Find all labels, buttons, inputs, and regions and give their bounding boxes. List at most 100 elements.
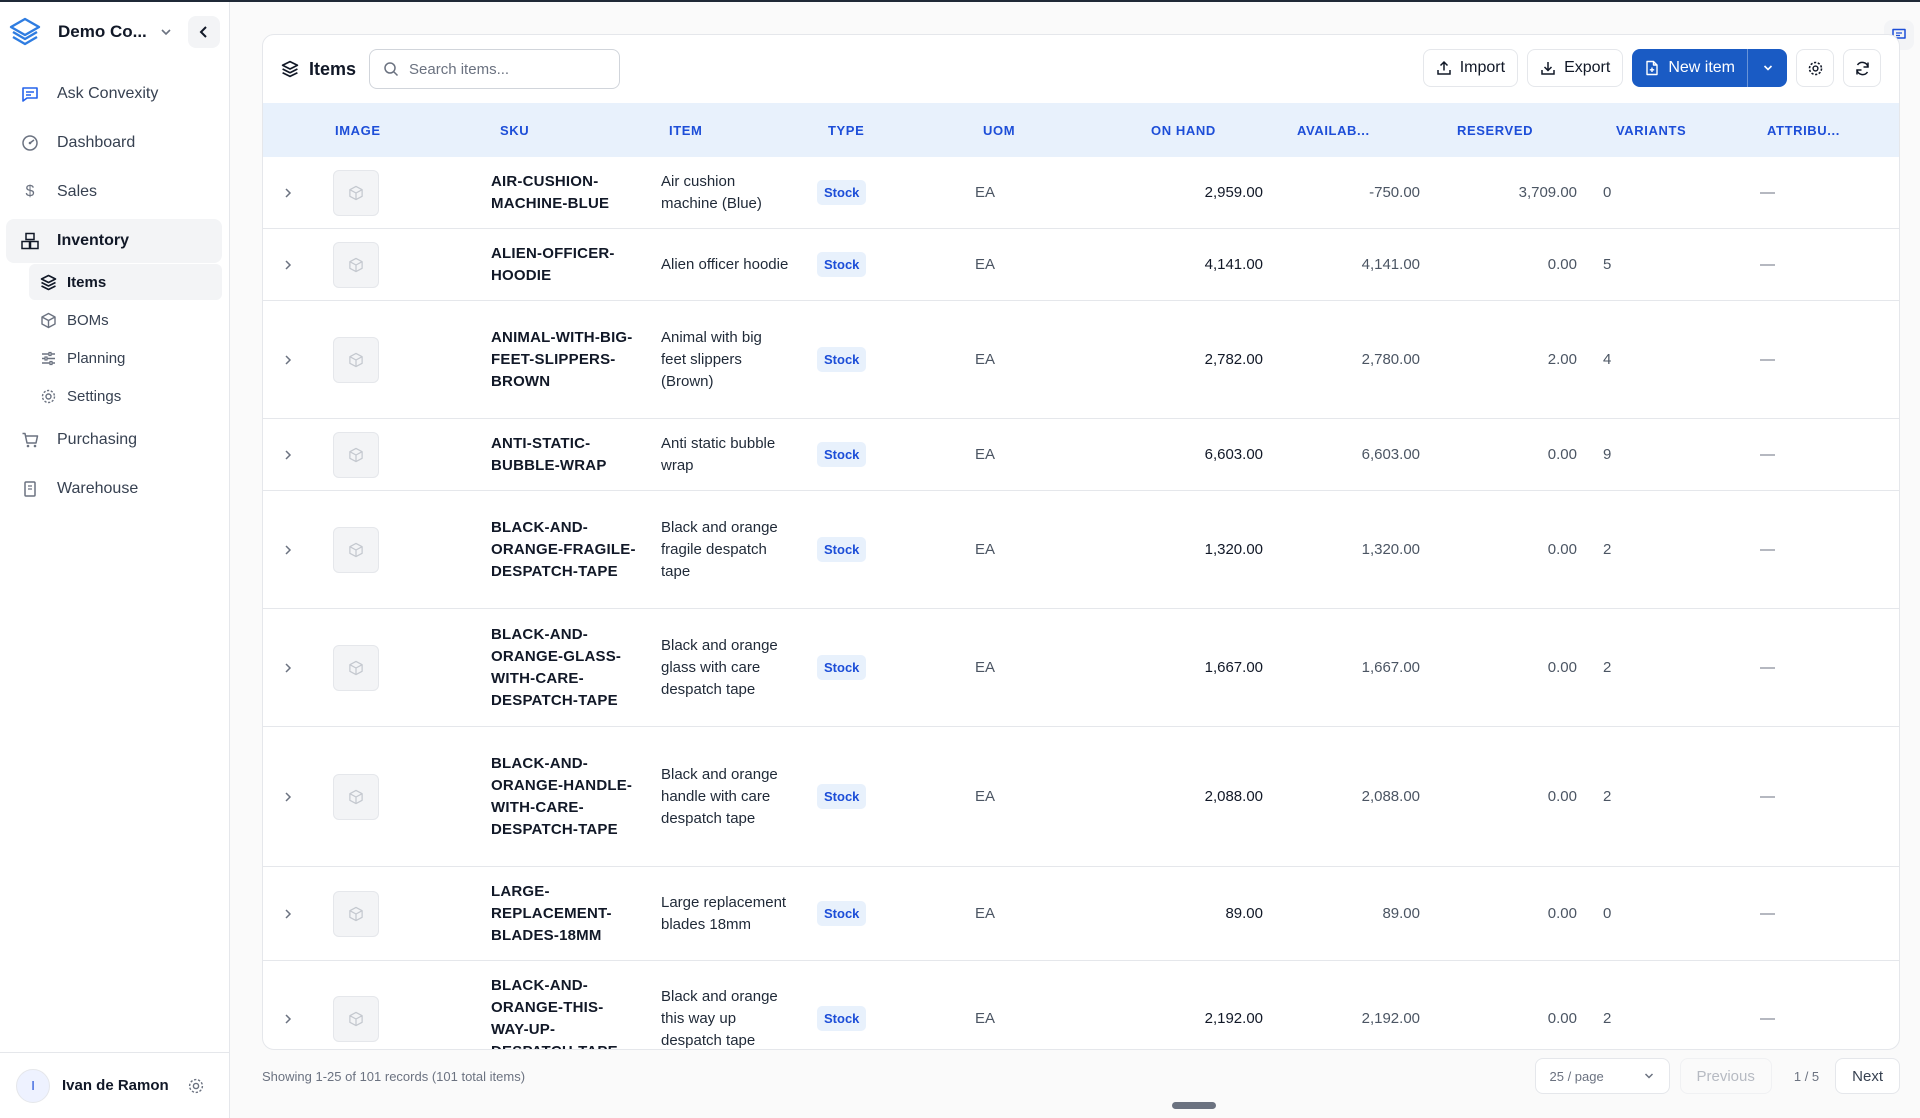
new-item-label: New item [1668, 59, 1735, 76]
sku-cell: ANIMAL-WITH-BIG-FEET-SLIPPERS-BROWN [491, 328, 633, 390]
expand-row-button[interactable] [283, 301, 297, 418]
expand-row-button[interactable] [283, 727, 297, 866]
expand-row-button[interactable] [283, 157, 297, 228]
import-label: Import [1459, 59, 1506, 76]
uom-cell: EA [975, 351, 996, 368]
column-header-image[interactable]: IMAGE [335, 103, 381, 157]
expand-row-button[interactable] [283, 229, 297, 300]
table-row[interactable]: BLACK-AND-ORANGE-THIS-WAY-UP-DESPATCH-TA… [263, 961, 1899, 1049]
item-name-cell: Black and orange glass with care despatc… [661, 636, 778, 698]
pagination: 25 / page Previous 1 / 5 Next [1534, 1056, 1900, 1096]
layers-icon [281, 60, 299, 78]
type-badge: Stock [817, 180, 867, 205]
table-row[interactable]: LARGE-REPLACEMENT-BLADES-18MM Large repla… [263, 867, 1899, 961]
sidebar-item-sales[interactable]: $ Sales [6, 170, 222, 214]
table-row[interactable]: ALIEN-OFFICER-HOODIE Alien officer hoodie… [263, 229, 1899, 301]
available-cell: 2,192.00 [1361, 1010, 1420, 1027]
table-row[interactable]: ANIMAL-WITH-BIG-FEET-SLIPPERS-BROWN Anima… [263, 301, 1899, 419]
attributes-cell: — [1760, 659, 1775, 676]
warehouse-icon [20, 479, 40, 499]
item-name-cell: Animal with big feet slippers (Brown) [661, 328, 762, 390]
sidebar-item-items[interactable]: Items [29, 264, 222, 300]
expand-row-button[interactable] [283, 867, 297, 960]
import-button[interactable]: Import [1422, 49, 1519, 87]
user-settings-icon[interactable] [187, 1077, 205, 1095]
column-header-available[interactable]: AVAILAB... [1297, 103, 1370, 157]
sidebar-item-inventory[interactable]: Inventory [6, 219, 222, 263]
variants-cell: 2 [1603, 1010, 1612, 1027]
column-header-attributes[interactable]: ATTRIBU... [1767, 103, 1840, 157]
refresh-button[interactable] [1843, 49, 1881, 87]
sidebar-item-ask-convexity[interactable]: Ask Convexity [6, 72, 222, 116]
on-hand-cell: 1,667.00 [1204, 659, 1263, 676]
item-image-cell [333, 157, 379, 228]
table-settings-button[interactable] [1796, 49, 1834, 87]
column-header-item[interactable]: ITEM [669, 103, 702, 157]
new-file-icon [1644, 60, 1660, 76]
table-row[interactable]: ANTI-STATIC-BUBBLE-WRAP Anti static bubbl… [263, 419, 1899, 491]
sidebar-item-warehouse[interactable]: Warehouse [6, 467, 222, 511]
user-profile[interactable]: I Ivan de Ramon [0, 1052, 229, 1118]
available-cell: 2,780.00 [1361, 351, 1420, 368]
variants-cell: 2 [1603, 659, 1612, 676]
chevron-right-icon [283, 187, 293, 199]
chevron-right-icon [283, 908, 293, 920]
chevron-down-icon [159, 25, 173, 39]
collapse-sidebar-button[interactable] [188, 16, 220, 48]
sku-cell: ALIEN-OFFICER-HOODIE [491, 244, 615, 284]
column-header-variants[interactable]: VARIANTS [1616, 103, 1686, 157]
column-header-type[interactable]: TYPE [828, 103, 864, 157]
scroll-handle[interactable] [1172, 1102, 1216, 1109]
expand-row-button[interactable] [283, 961, 297, 1049]
attributes-cell: — [1760, 351, 1775, 368]
image-placeholder-icon [333, 431, 379, 478]
expand-row-button[interactable] [283, 609, 297, 726]
expand-row-button[interactable] [283, 491, 297, 608]
expand-row-button[interactable] [283, 419, 297, 490]
page-size-select[interactable]: 25 / page [1534, 1058, 1670, 1094]
chevron-right-icon [283, 662, 293, 674]
type-cell: Stock [817, 961, 867, 1049]
available-cell: 89.00 [1382, 905, 1420, 922]
export-label: Export [1564, 59, 1611, 76]
column-header-sku[interactable]: SKU [500, 103, 529, 157]
reserved-cell: 0.00 [1547, 446, 1577, 463]
sidebar-item-label: Purchasing [57, 431, 138, 448]
sidebar-item-boms[interactable]: BOMs [29, 302, 222, 338]
table-row[interactable]: BLACK-AND-ORANGE-FRAGILE-DESPATCH-TAPE Bl… [263, 491, 1899, 609]
sidebar-item-dashboard[interactable]: Dashboard [6, 121, 222, 165]
column-header-on-hand[interactable]: ON HAND [1151, 103, 1216, 157]
on-hand-cell: 4,141.00 [1204, 256, 1263, 273]
new-item-dropdown-button[interactable] [1747, 49, 1787, 87]
variants-cell: 0 [1603, 905, 1612, 922]
variants-cell: 2 [1603, 788, 1612, 805]
column-header-uom[interactable]: UOM [983, 103, 1015, 157]
workspace-name: Demo Co... [58, 22, 147, 41]
sidebar-item-label: BOMs [67, 311, 109, 329]
sidebar-item-planning[interactable]: Planning [29, 340, 222, 376]
next-page-button[interactable]: Next [1835, 1058, 1900, 1094]
uom-cell: EA [975, 184, 996, 201]
available-cell: 2,088.00 [1361, 788, 1420, 805]
new-item-button[interactable]: New item [1632, 49, 1747, 87]
table-row[interactable]: BLACK-AND-ORANGE-GLASS-WITH-CARE-DESPATC… [263, 609, 1899, 727]
available-cell: 6,603.00 [1361, 446, 1420, 463]
type-cell: Stock [817, 157, 867, 228]
variants-cell: 4 [1603, 351, 1612, 368]
sidebar-item-purchasing[interactable]: Purchasing [6, 418, 222, 462]
type-cell: Stock [817, 229, 867, 300]
variants-cell: 0 [1603, 184, 1612, 201]
sidebar-item-settings[interactable]: Settings [29, 378, 222, 414]
column-header-reserved[interactable]: RESERVED [1457, 103, 1533, 157]
on-hand-cell: 1,320.00 [1204, 541, 1263, 558]
search-box[interactable] [369, 49, 621, 89]
table-body: AIR-CUSHION-MACHINE-BLUE Air cushion mach… [263, 157, 1899, 1049]
image-placeholder-icon [333, 169, 379, 216]
table-row[interactable]: AIR-CUSHION-MACHINE-BLUE Air cushion mach… [263, 157, 1899, 229]
table-row[interactable]: BLACK-AND-ORANGE-HANDLE-WITH-CARE-DESPAT… [263, 727, 1899, 867]
dashboard-icon [20, 133, 40, 153]
previous-page-button[interactable]: Previous [1679, 1058, 1772, 1094]
gear-icon [39, 387, 57, 405]
search-input[interactable] [409, 60, 610, 78]
export-button[interactable]: Export [1527, 49, 1624, 87]
